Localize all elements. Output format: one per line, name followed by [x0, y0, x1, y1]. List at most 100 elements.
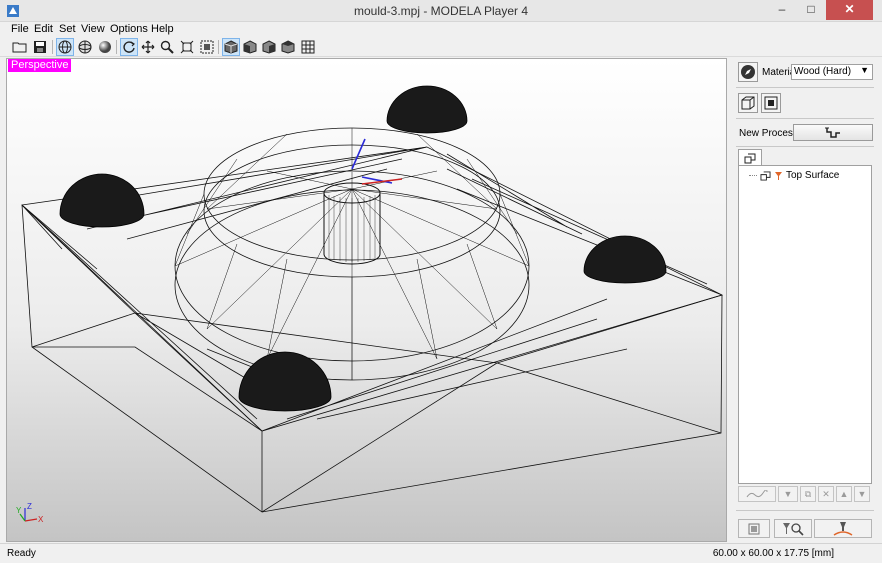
zoom-icon [160, 40, 174, 54]
title-bar: mould-3.mpj - MODELA Player 4 – □ ✕ [0, 0, 882, 22]
z-axis-label: Z [27, 502, 32, 511]
preview-magnifier-icon [783, 522, 804, 536]
save-button[interactable] [31, 38, 49, 56]
wireframe-view-icon [58, 40, 72, 54]
open-icon [12, 42, 27, 53]
arrow-down-icon: ▼ [857, 489, 867, 499]
new-process-button[interactable] [793, 124, 873, 141]
material-value: Wood (Hard) [794, 66, 852, 77]
cube-top-icon [281, 40, 295, 54]
tool-icon [775, 171, 782, 180]
menu-help[interactable]: Help [151, 23, 174, 35]
wireframe-view-button[interactable] [56, 38, 74, 56]
model-dimensions: 60.00 x 60.00 x 17.75 [mm] [712, 548, 834, 559]
stop-button[interactable] [738, 519, 770, 538]
cube-perspective-icon [224, 40, 238, 54]
process-move-down-button[interactable]: ▼ [854, 486, 870, 502]
menu-set[interactable]: Set [59, 23, 76, 35]
compass-icon [741, 65, 755, 79]
divider [736, 510, 874, 511]
rotate-icon [123, 41, 135, 53]
process-panel: Material Wood (Hard) ▼ New Process Top S… [732, 58, 878, 542]
cutting-tool-icon [833, 521, 853, 536]
tool-select-icon: ▼ [783, 489, 793, 499]
tree-item-label: Top Surface [786, 170, 840, 181]
view-mode-label: Perspective [8, 59, 72, 72]
box-size-icon [741, 96, 755, 110]
process-list-icon [760, 170, 771, 181]
process-tool-button[interactable]: ▼ [778, 486, 798, 502]
arrow-up-icon: ▲ [839, 489, 849, 499]
view-top-button[interactable] [279, 38, 297, 56]
shaded-sphere-icon [99, 41, 111, 53]
shaded-sphere-button[interactable] [96, 38, 114, 56]
menu-view[interactable]: View [81, 23, 105, 35]
toolbar-separator [116, 40, 117, 54]
process-tree: Top Surface [738, 165, 872, 484]
toolbar [0, 37, 882, 57]
divider [736, 118, 874, 119]
model-origin-button[interactable] [761, 93, 781, 113]
window-title: mould-3.mpj - MODELA Player 4 [353, 4, 529, 18]
model-size-button[interactable] [738, 93, 758, 113]
process-move-up-button[interactable]: ▲ [836, 486, 852, 502]
delete-icon: ✕ [822, 488, 830, 499]
zoom-button[interactable] [158, 38, 176, 56]
model-viewport[interactable]: Perspective Z X Y [6, 58, 727, 542]
view-grid-button[interactable] [299, 38, 317, 56]
cut-button[interactable] [814, 519, 872, 538]
menu-bar: File Edit Set View Options Help [0, 22, 882, 37]
close-button[interactable]: ✕ [826, 0, 873, 20]
tree-item-top-surface[interactable]: Top Surface [749, 170, 839, 181]
tree-connector [749, 175, 757, 176]
stop-icon [748, 523, 760, 534]
tab-process-list[interactable] [738, 149, 762, 166]
new-process-label: New Process [739, 128, 798, 139]
process-delete-button[interactable]: ✕ [818, 486, 834, 502]
axis-indicator: Z X Y [16, 502, 44, 524]
tool-path-icon [825, 127, 840, 138]
menu-options[interactable]: Options [110, 23, 148, 35]
zoom-window-icon [200, 40, 214, 54]
zoom-fit-button[interactable] [178, 38, 196, 56]
status-text: Ready [7, 548, 36, 559]
cube-side-icon [262, 40, 276, 54]
open-button[interactable] [11, 38, 29, 56]
view-side-button[interactable] [260, 38, 278, 56]
minimize-button[interactable]: – [768, 0, 796, 20]
zoom-fit-icon [180, 40, 194, 54]
menu-edit[interactable]: Edit [34, 23, 53, 35]
save-icon [34, 41, 46, 53]
chevron-down-icon: ▼ [860, 65, 869, 75]
maximize-button[interactable]: □ [797, 0, 825, 20]
divider [736, 146, 874, 147]
origin-icon [764, 96, 778, 110]
view-perspective-button[interactable] [222, 38, 240, 56]
grid-sphere-icon [78, 40, 92, 54]
process-wave-button[interactable] [738, 486, 776, 502]
pan-button[interactable] [139, 38, 157, 56]
copy-icon: ⧉ [804, 488, 812, 499]
cube-front-icon [243, 40, 257, 54]
process-toolbar: ▼ ⧉ ✕ ▲ ▼ [738, 486, 872, 504]
process-list-icon [744, 153, 756, 163]
mould-wireframe-model [21, 85, 724, 513]
toolbar-separator [52, 40, 53, 54]
toolbar-separator [218, 40, 219, 54]
material-button[interactable] [738, 62, 758, 82]
zoom-window-button[interactable] [198, 38, 216, 56]
process-copy-button[interactable]: ⧉ [800, 486, 816, 502]
y-axis-label: Y [16, 506, 22, 515]
view-grid-icon [301, 40, 315, 54]
view-front-button[interactable] [241, 38, 259, 56]
grid-sphere-button[interactable] [76, 38, 94, 56]
surface-wave-icon [746, 490, 768, 498]
rotate-button[interactable] [120, 38, 138, 56]
pan-icon [141, 40, 155, 54]
x-axis-label: X [38, 515, 44, 524]
divider [736, 87, 874, 88]
status-bar: Ready 60.00 x 60.00 x 17.75 [mm] [0, 543, 882, 563]
menu-file[interactable]: File [11, 23, 29, 35]
preview-cutting-button[interactable] [774, 519, 812, 538]
material-select[interactable]: Wood (Hard) ▼ [791, 64, 873, 80]
